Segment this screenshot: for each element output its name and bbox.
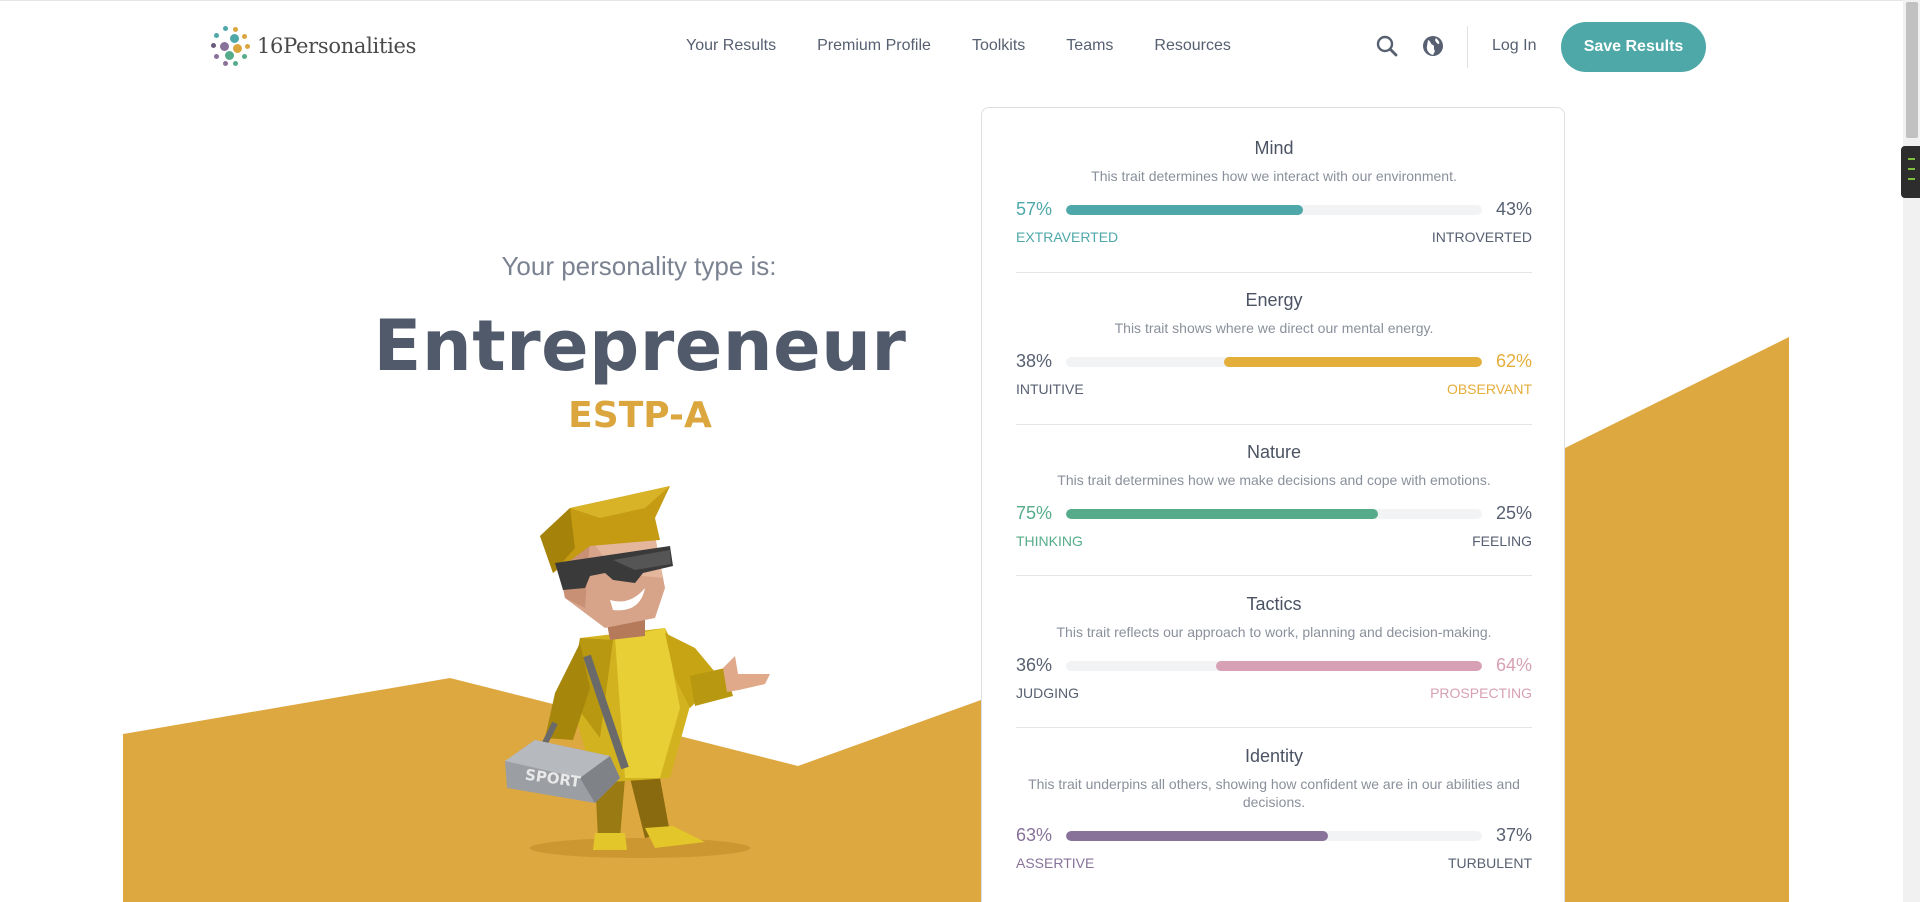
trait-bar-fill bbox=[1066, 509, 1378, 519]
right-label: INTROVERTED bbox=[1431, 229, 1532, 245]
trait-name: Tactics bbox=[1246, 594, 1302, 614]
trait-bar-fill bbox=[1066, 205, 1304, 215]
right-percent: 64% bbox=[1495, 655, 1532, 675]
trait-bar-row[interactable]: 57% 43% bbox=[1016, 199, 1532, 223]
right-label: TURBULENT bbox=[1447, 855, 1532, 871]
trait-description: This trait determines how we interact wi… bbox=[1091, 168, 1457, 184]
nav-your-results[interactable]: Your Results bbox=[686, 37, 776, 55]
save-results-button[interactable]: Save Results bbox=[1561, 22, 1706, 72]
trait-bar-row[interactable]: 63% 37% bbox=[1016, 825, 1532, 849]
trait-description: This trait underpins all others, showing… bbox=[1028, 776, 1520, 810]
trait-bar-row[interactable]: 75% 25% bbox=[1016, 503, 1532, 527]
right-percent: 37% bbox=[1495, 825, 1532, 845]
trait-mind: Mind This trait determines how we intera… bbox=[1016, 138, 1532, 245]
logo-text: 16Personalities bbox=[257, 34, 417, 58]
hero-subtitle: Your personality type is: bbox=[501, 251, 777, 281]
trait-bar-track bbox=[1066, 357, 1482, 367]
globe-icon[interactable] bbox=[1421, 34, 1445, 58]
login-link[interactable]: Log In bbox=[1492, 37, 1536, 55]
right-percent: 62% bbox=[1495, 351, 1532, 371]
personality-type-code: ESTP-A bbox=[568, 395, 712, 436]
trait-bar-track bbox=[1066, 205, 1482, 215]
right-label: OBSERVANT bbox=[1446, 381, 1532, 397]
trait-tactics: Tactics This trait reflects our approach… bbox=[1016, 594, 1532, 701]
trait-description: This trait determines how we make decisi… bbox=[1057, 472, 1491, 488]
logo-mark-icon bbox=[207, 23, 253, 69]
trait-divider bbox=[1016, 424, 1532, 425]
trait-name: Mind bbox=[1254, 138, 1294, 158]
left-label: THINKING bbox=[1016, 533, 1083, 549]
nav-toolkits[interactable]: Toolkits bbox=[972, 37, 1025, 55]
left-label: INTUITIVE bbox=[1016, 381, 1084, 397]
personality-type-name: Entrepreneur bbox=[373, 305, 907, 387]
entrepreneur-character-illustration: SPORT bbox=[505, 486, 770, 858]
trait-bar-fill bbox=[1215, 661, 1482, 671]
trait-description: This trait reflects our approach to work… bbox=[1056, 624, 1492, 640]
trait-divider bbox=[1016, 575, 1532, 576]
left-label: EXTRAVERTED bbox=[1016, 229, 1119, 245]
left-percent: 38% bbox=[1016, 351, 1053, 371]
trait-bar-fill bbox=[1066, 831, 1329, 841]
trait-bar-track bbox=[1066, 509, 1482, 519]
side-widget-tab[interactable] bbox=[1901, 146, 1920, 198]
trait-bar-row[interactable]: 38% 62% bbox=[1016, 351, 1532, 375]
trait-name: Energy bbox=[1245, 290, 1303, 310]
trait-bar-track bbox=[1066, 661, 1482, 671]
traits-card: Mind This trait determines how we intera… bbox=[981, 107, 1565, 902]
left-percent: 75% bbox=[1016, 503, 1053, 523]
trait-bar-row[interactable]: 36% 64% bbox=[1016, 655, 1532, 679]
nav-teams[interactable]: Teams bbox=[1066, 37, 1113, 55]
left-percent: 36% bbox=[1016, 655, 1053, 675]
site-header: 16Personalities Your Results Premium Pro… bbox=[0, 0, 1920, 92]
trait-bar-track bbox=[1066, 831, 1482, 841]
right-label: FEELING bbox=[1472, 533, 1532, 549]
nav-resources[interactable]: Resources bbox=[1154, 37, 1230, 55]
nav-premium-profile[interactable]: Premium Profile bbox=[817, 37, 931, 55]
right-label: PROSPECTING bbox=[1430, 685, 1532, 701]
scrollbar-thumb[interactable] bbox=[1906, 2, 1918, 138]
trait-nature: Nature This trait determines how we make… bbox=[1016, 442, 1532, 549]
trait-name: Nature bbox=[1246, 442, 1302, 462]
page-scrollbar[interactable] bbox=[1903, 0, 1920, 902]
trait-identity: Identity This trait underpins all others… bbox=[1016, 746, 1532, 871]
trait-divider bbox=[1016, 272, 1532, 273]
left-percent: 57% bbox=[1016, 199, 1053, 219]
main-nav: Your Results Premium Profile Toolkits Te… bbox=[686, 37, 1272, 55]
search-icon[interactable] bbox=[1375, 34, 1399, 58]
header-divider bbox=[1467, 26, 1468, 68]
right-percent: 43% bbox=[1495, 199, 1532, 219]
background-shapes bbox=[123, 337, 1789, 902]
logo[interactable]: 16Personalities bbox=[207, 23, 416, 69]
left-label: ASSERTIVE bbox=[1016, 855, 1095, 871]
right-percent: 25% bbox=[1495, 503, 1532, 523]
trait-name: Identity bbox=[1244, 746, 1304, 766]
trait-divider bbox=[1016, 727, 1532, 728]
left-percent: 63% bbox=[1016, 825, 1053, 845]
trait-energy: Energy This trait shows where we direct … bbox=[1016, 290, 1532, 397]
trait-description: This trait shows where we direct our men… bbox=[1114, 320, 1434, 336]
left-label: JUDGING bbox=[1016, 685, 1079, 701]
trait-bar-fill bbox=[1224, 357, 1482, 367]
